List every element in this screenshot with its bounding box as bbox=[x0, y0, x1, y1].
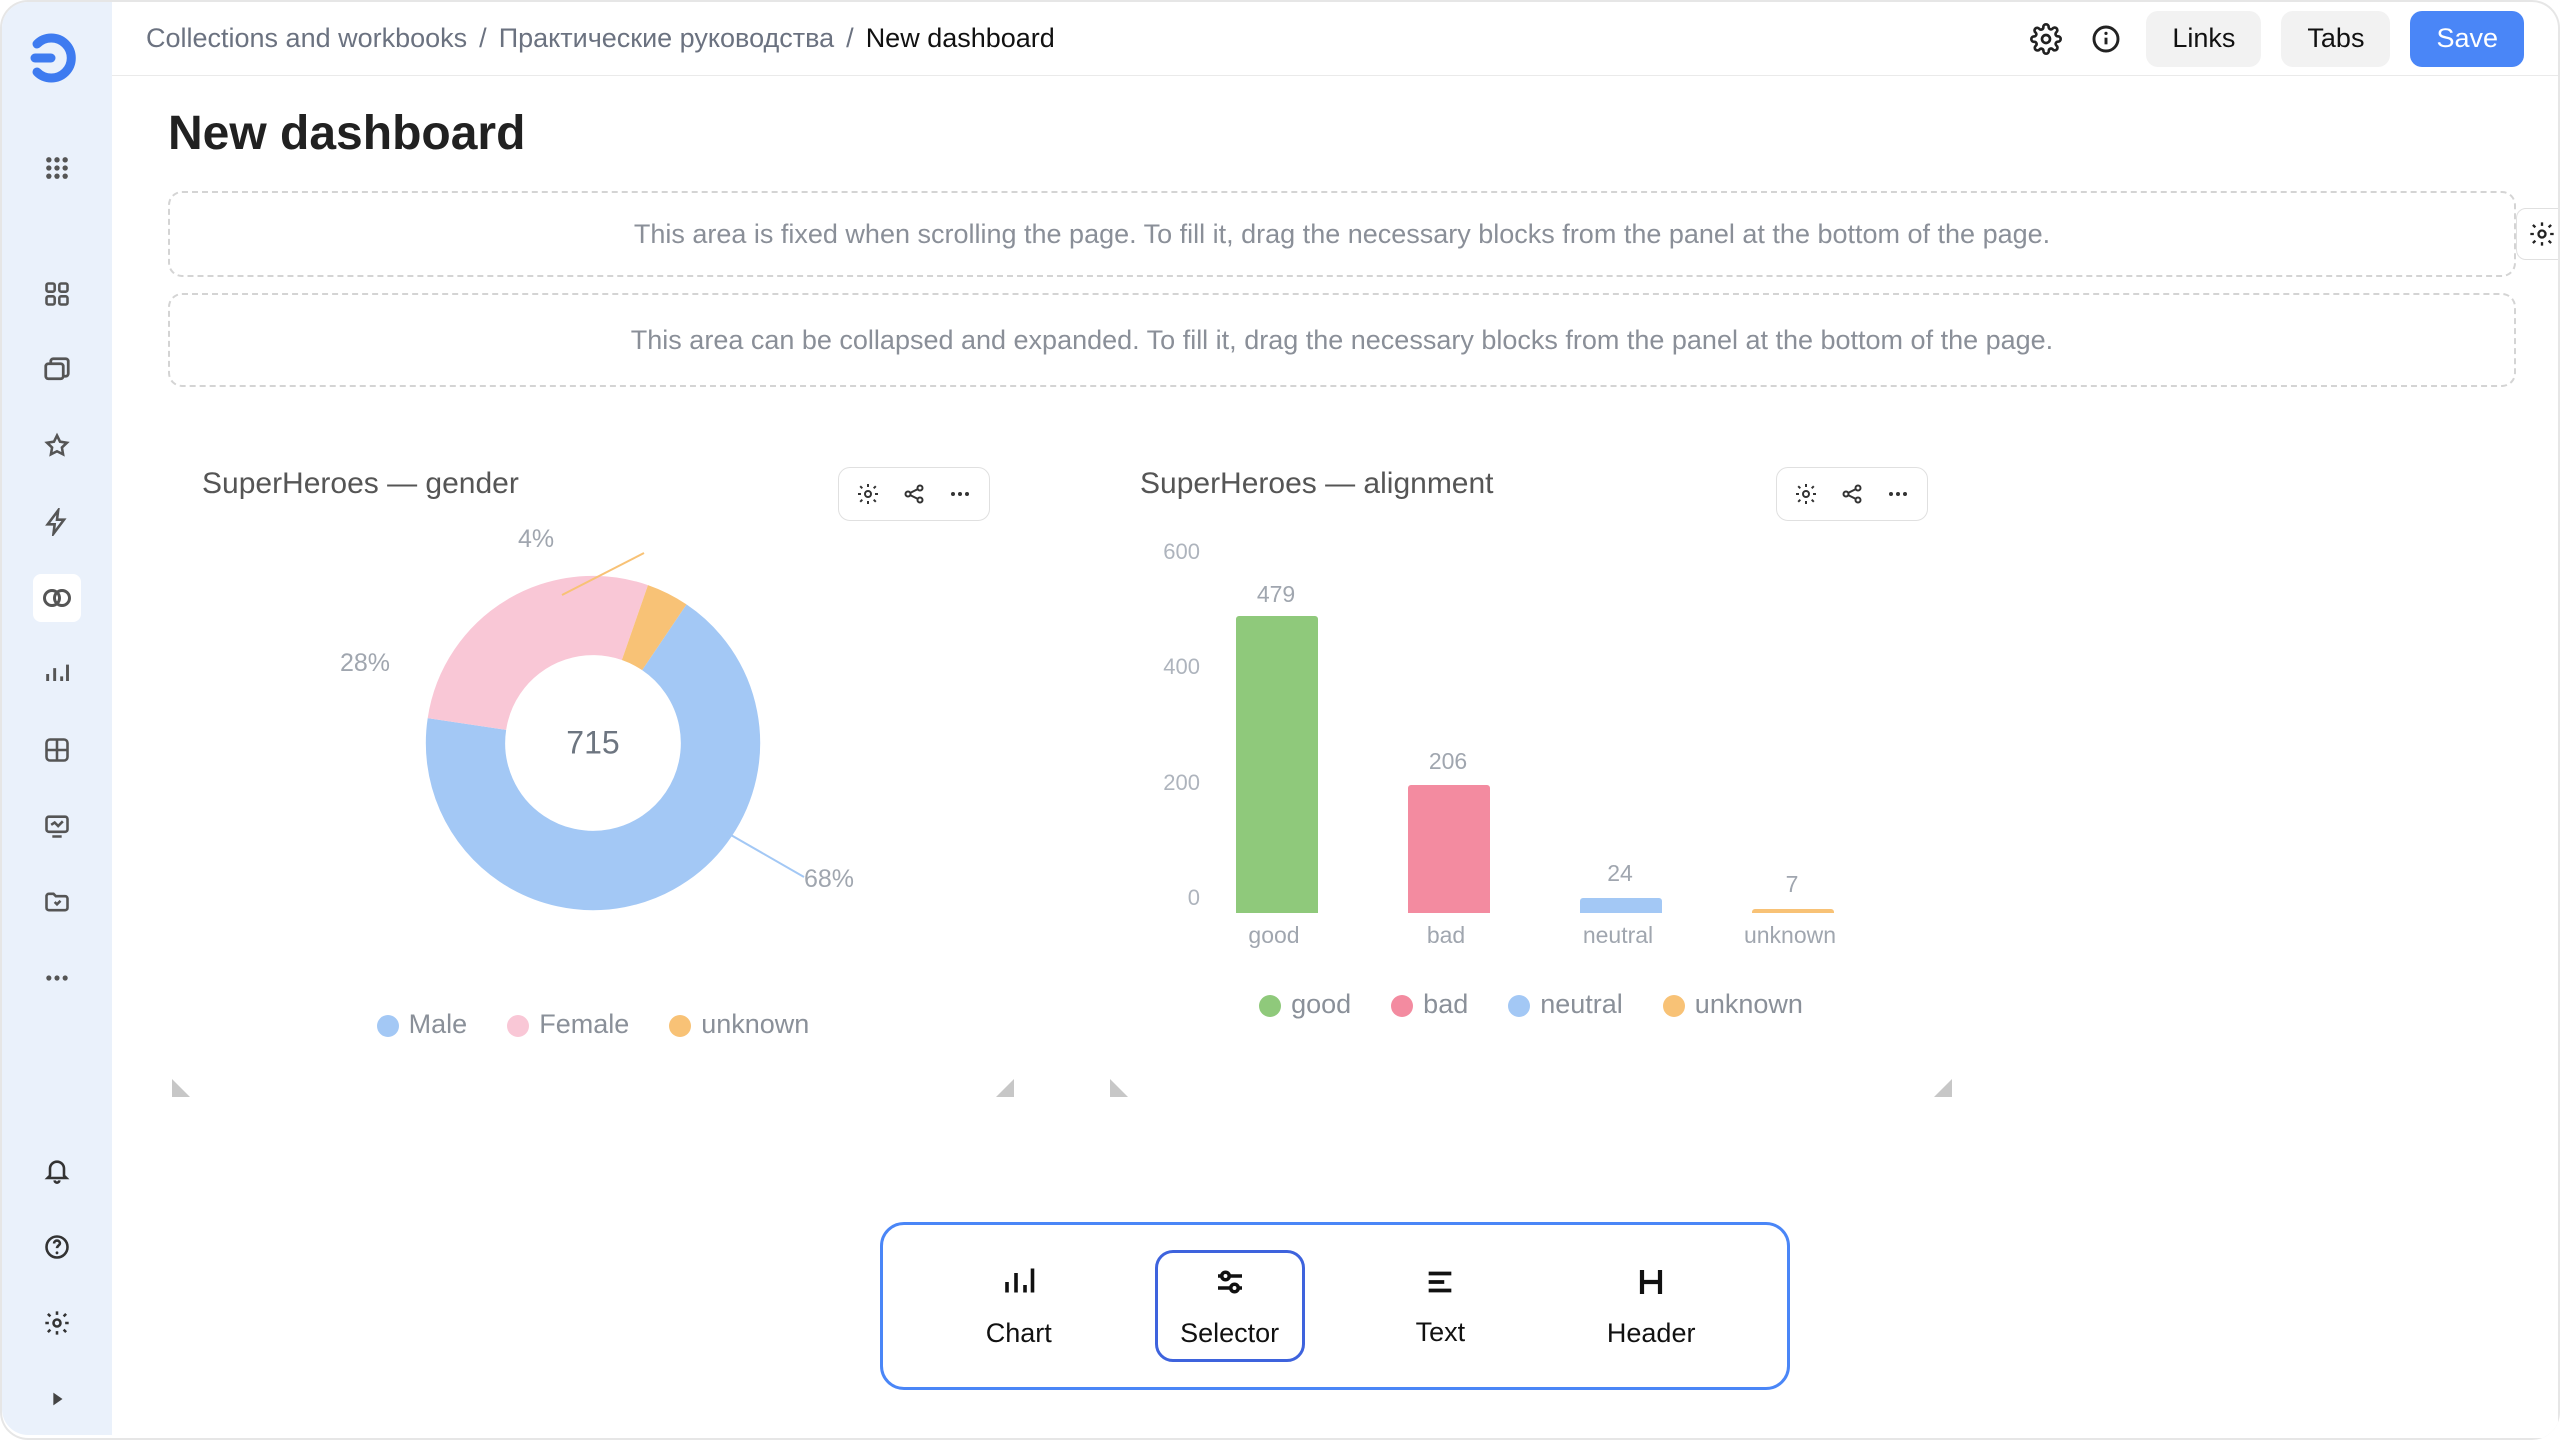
resize-handle-br[interactable] bbox=[1934, 1079, 1952, 1097]
settings-icon[interactable] bbox=[33, 1299, 81, 1347]
favorites-icon[interactable] bbox=[33, 422, 81, 470]
gear-icon[interactable] bbox=[845, 474, 891, 514]
help-icon[interactable] bbox=[33, 1223, 81, 1271]
expand-sidebar-icon[interactable] bbox=[33, 1375, 81, 1423]
legend-dot-unknown bbox=[669, 1015, 691, 1037]
tabs-button[interactable]: Tabs bbox=[2281, 11, 2390, 67]
bar-unknown bbox=[1752, 909, 1834, 913]
dashboards-icon[interactable] bbox=[33, 270, 81, 318]
card-alignment-actions bbox=[1776, 467, 1928, 521]
links-button[interactable]: Links bbox=[2146, 11, 2261, 67]
breadcrumb-root[interactable]: Collections and workbooks bbox=[146, 23, 467, 54]
alignment-legend: good bad neutral unknown bbox=[1106, 989, 1956, 1020]
widget-palette: Chart Selector Text Header bbox=[880, 1222, 1790, 1390]
slice-label-unknown: 4% bbox=[518, 525, 554, 554]
palette-text[interactable]: Text bbox=[1365, 1250, 1515, 1362]
notifications-icon[interactable] bbox=[33, 1147, 81, 1195]
palette-chart[interactable]: Chart bbox=[944, 1250, 1094, 1362]
legend-dot-male bbox=[377, 1015, 399, 1037]
gear-icon[interactable] bbox=[2026, 19, 2066, 59]
gear-icon[interactable] bbox=[1783, 474, 1829, 514]
workbooks-icon[interactable] bbox=[33, 346, 81, 394]
card-gender-title: SuperHeroes — gender bbox=[202, 467, 519, 501]
datasets-icon[interactable] bbox=[33, 574, 81, 622]
palette-selector[interactable]: Selector bbox=[1155, 1250, 1305, 1362]
app-logo[interactable] bbox=[25, 26, 89, 90]
breadcrumb-current: New dashboard bbox=[866, 23, 1055, 54]
more-icon[interactable] bbox=[1875, 474, 1921, 514]
grid-icon[interactable] bbox=[33, 726, 81, 774]
bars: 479 206 24 7 bbox=[1216, 541, 1916, 913]
fixed-dropzone[interactable]: This area is fixed when scrolling the pa… bbox=[168, 191, 2516, 277]
collapsible-dropzone[interactable]: This area can be collapsed and expanded.… bbox=[168, 293, 2516, 387]
more-icon[interactable] bbox=[33, 954, 81, 1002]
info-icon[interactable] bbox=[2086, 19, 2126, 59]
bar-good bbox=[1236, 616, 1318, 913]
breadcrumb: Collections and workbooks / Практические… bbox=[146, 23, 1055, 54]
donut-total: 715 bbox=[566, 724, 619, 761]
page-title: New dashboard bbox=[168, 106, 2516, 161]
slice-label-female: 28% bbox=[340, 649, 390, 678]
sidebar bbox=[2, 2, 112, 1435]
save-button[interactable]: Save bbox=[2410, 11, 2524, 67]
topbar: Collections and workbooks / Практические… bbox=[112, 2, 2558, 76]
share-icon[interactable] bbox=[1829, 474, 1875, 514]
gender-donut-chart: 715 68% 28% 4% bbox=[168, 531, 1018, 991]
gender-legend: Male Female unknown bbox=[168, 1009, 1018, 1040]
monitor-icon[interactable] bbox=[33, 802, 81, 850]
alignment-bar-chart: 600 400 200 0 479 206 24 7 good bad bbox=[1106, 531, 1956, 971]
card-alignment: SuperHeroes — alignment 600 400 200 0 47… bbox=[1106, 441, 1956, 1101]
breadcrumb-folder[interactable]: Практические руководства bbox=[499, 23, 834, 54]
card-gender-actions bbox=[838, 467, 990, 521]
more-icon[interactable] bbox=[937, 474, 983, 514]
bar-neutral bbox=[1580, 898, 1662, 913]
legend-dot-female bbox=[507, 1015, 529, 1037]
resize-handle-bl[interactable] bbox=[172, 1079, 190, 1097]
y-axis: 600 400 200 0 bbox=[1146, 541, 1206, 913]
charts-icon[interactable] bbox=[33, 650, 81, 698]
card-gender: SuperHeroes — gender 715 68% 28% 4% bbox=[168, 441, 1018, 1101]
share-icon[interactable] bbox=[891, 474, 937, 514]
main: New dashboard This area is fixed when sc… bbox=[112, 76, 2558, 1438]
palette-header[interactable]: Header bbox=[1576, 1250, 1726, 1362]
resize-handle-br[interactable] bbox=[996, 1079, 1014, 1097]
dropzone-settings-icon[interactable] bbox=[2516, 208, 2558, 260]
resize-handle-bl[interactable] bbox=[1110, 1079, 1128, 1097]
apps-icon[interactable] bbox=[33, 144, 81, 192]
folder-icon[interactable] bbox=[33, 878, 81, 926]
card-alignment-title: SuperHeroes — alignment bbox=[1140, 467, 1494, 501]
connections-icon[interactable] bbox=[33, 498, 81, 546]
bar-bad bbox=[1408, 785, 1490, 913]
